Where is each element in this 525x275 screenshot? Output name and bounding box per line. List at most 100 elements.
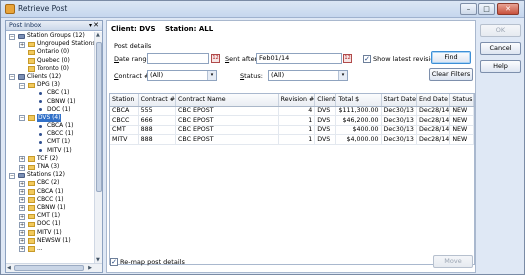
expand-icon[interactable]: + — [19, 41, 25, 48]
chevron-down-icon[interactable]: ▾ — [207, 71, 216, 80]
ok-button[interactable]: OK — [480, 24, 521, 37]
collapse-icon[interactable]: − — [19, 115, 25, 122]
tree-item-label: DPG (3) — [37, 82, 60, 89]
tree-item[interactable]: CBC (1) — [7, 89, 95, 97]
tree-item[interactable]: + NEWSW (1) — [7, 237, 95, 245]
clear-filters-button[interactable]: Clear Filters — [429, 68, 473, 81]
table-cell: CMT — [110, 125, 139, 135]
expand-icon[interactable]: + — [19, 164, 25, 171]
pane-dropdown-icon[interactable]: ▾ — [89, 22, 92, 29]
tree-item[interactable]: − Clients (12) — [7, 73, 95, 81]
move-button[interactable]: Move — [433, 255, 473, 268]
tree-item[interactable]: − DVS (4) — [7, 113, 95, 123]
column-header[interactable]: Revision # — [278, 94, 316, 107]
date-range-calendar-icon[interactable]: 12 — [211, 54, 220, 63]
date-range-input[interactable] — [147, 53, 209, 64]
tree-item[interactable]: + CBC (2) — [7, 179, 95, 187]
tree-item[interactable]: +... — [7, 245, 95, 253]
tree-item[interactable]: − DPG (3) — [7, 81, 95, 89]
tree-item[interactable]: CMT (1) — [7, 138, 95, 146]
table-row[interactable]: CBCC 666 CBC EPOST 1 DVS $46,200.00 Dec30/13 De… — [110, 115, 474, 126]
table-cell: CBC EPOST — [175, 134, 279, 145]
scroll-right-icon[interactable]: ▶ — [88, 265, 92, 271]
column-header[interactable]: End Date — [416, 94, 451, 107]
maximize-button[interactable]: □ — [478, 3, 495, 15]
tree-item[interactable]: + DOC (1) — [7, 220, 95, 228]
expand-icon[interactable]: + — [19, 230, 25, 236]
expand-icon[interactable]: + — [19, 180, 25, 187]
collapse-icon[interactable]: − — [9, 172, 15, 179]
table-row[interactable]: CBCA 555 CBC EPOST 4 DVS $111,300.00 Dec30/13 D… — [110, 106, 474, 116]
status-combobox[interactable]: (All) ▾ — [268, 70, 348, 81]
tree-item[interactable]: CBCC (1) — [7, 130, 95, 138]
tree-item[interactable]: + CBNW (1) — [7, 204, 95, 212]
scroll-left-icon[interactable]: ◀ — [7, 265, 11, 271]
expand-icon[interactable]: + — [19, 205, 25, 212]
tree-item[interactable]: + MITV (1) — [7, 229, 95, 237]
find-button[interactable]: Find — [431, 51, 471, 64]
dot-icon — [39, 124, 42, 128]
close-button[interactable]: ✕ — [497, 3, 519, 15]
tree-hscroll-thumb[interactable] — [14, 265, 84, 271]
table-cell: 4 — [278, 106, 316, 116]
tree-item[interactable]: Quebec (0) — [7, 57, 95, 65]
expand-icon[interactable]: + — [19, 213, 25, 220]
sent-after-input[interactable]: Feb01/14 — [256, 53, 342, 64]
remap-checkbox[interactable]: ✓ — [110, 258, 118, 266]
expand-icon[interactable]: + — [19, 221, 25, 228]
table-cell: Dec28/14 — [416, 134, 451, 145]
tree-item[interactable]: + CBCC (1) — [7, 196, 95, 204]
tree-item[interactable]: + CMT (1) — [7, 212, 95, 220]
column-header[interactable]: Contract Name — [175, 94, 279, 107]
status-value: (All) — [271, 71, 285, 79]
tree-item-label: CBC (2) — [37, 180, 60, 187]
table-row[interactable]: CMT 888 CBC EPOST 1 DVS $400.00 Dec30/13 Dec28/… — [110, 125, 474, 135]
tree-item[interactable]: + TCF (2) — [7, 155, 95, 163]
pane-close-icon[interactable]: ✕ — [93, 21, 99, 29]
tree-item[interactable]: − Stations (12) — [7, 171, 95, 179]
tree-item[interactable]: + TNA (3) — [7, 163, 95, 171]
scroll-up-icon[interactable]: ▲ — [96, 32, 100, 38]
help-button[interactable]: Help — [480, 60, 521, 73]
column-header[interactable]: Total $ — [335, 94, 382, 107]
chevron-down-icon[interactable]: ▾ — [338, 71, 347, 80]
group-icon — [18, 74, 25, 80]
expand-icon[interactable]: + — [19, 189, 25, 196]
tree-vertical-scrollbar[interactable]: ▲ ▼ — [94, 32, 102, 263]
tree-item-label: CBCA (1) — [37, 188, 64, 195]
tree-item[interactable]: CBNW (1) — [7, 98, 95, 106]
tree-item-label: ... — [37, 245, 43, 252]
expand-icon[interactable]: + — [19, 238, 25, 245]
column-header[interactable]: Station — [110, 94, 139, 107]
sent-after-calendar-icon[interactable]: 12 — [343, 54, 352, 63]
folder-icon — [28, 66, 35, 72]
tree-item-label: CBCA (1) — [47, 123, 74, 130]
contract-combobox[interactable]: (All) ▾ — [147, 70, 217, 81]
tree-item[interactable]: DOC (1) — [7, 106, 95, 114]
tree-item[interactable]: Toronto (0) — [7, 65, 95, 73]
tree-item-label: CBNW (1) — [37, 204, 66, 211]
collapse-icon[interactable]: − — [9, 74, 15, 81]
minimize-button[interactable]: – — [460, 3, 477, 15]
column-header[interactable]: Contract # — [138, 94, 177, 107]
expand-icon[interactable]: + — [19, 197, 25, 204]
collapse-icon[interactable]: − — [9, 33, 15, 40]
title-bar: Retrieve Post – □ ✕ — [1, 1, 524, 18]
column-header[interactable]: Status — [449, 94, 474, 107]
tree-item[interactable]: MITV (1) — [7, 147, 95, 155]
tree-horizontal-scrollbar[interactable]: ◀ ▶ — [6, 263, 102, 272]
table-row[interactable]: MITV 888 CBC EPOST 1 DVS $4,000.00 Dec30/13 Dec… — [110, 134, 474, 145]
cancel-button[interactable]: Cancel — [480, 42, 521, 55]
tree-vscroll-thumb[interactable] — [96, 42, 102, 192]
collapse-icon[interactable]: − — [19, 82, 25, 89]
tree-item[interactable]: + Ungrouped Stations — [7, 40, 95, 48]
tree-item[interactable]: CBCA (1) — [7, 122, 95, 130]
tree-item[interactable]: + CBCA (1) — [7, 188, 95, 196]
expand-icon[interactable]: + — [19, 246, 25, 253]
expand-icon[interactable]: + — [19, 156, 25, 163]
show-latest-checkbox[interactable]: ✓ — [363, 55, 371, 63]
tree-item[interactable]: − Station Groups (12) — [7, 32, 95, 40]
column-header[interactable]: Client — [314, 94, 337, 107]
tree-item[interactable]: Ontario (0) — [7, 48, 95, 56]
column-header[interactable]: Start Date — [381, 94, 417, 107]
